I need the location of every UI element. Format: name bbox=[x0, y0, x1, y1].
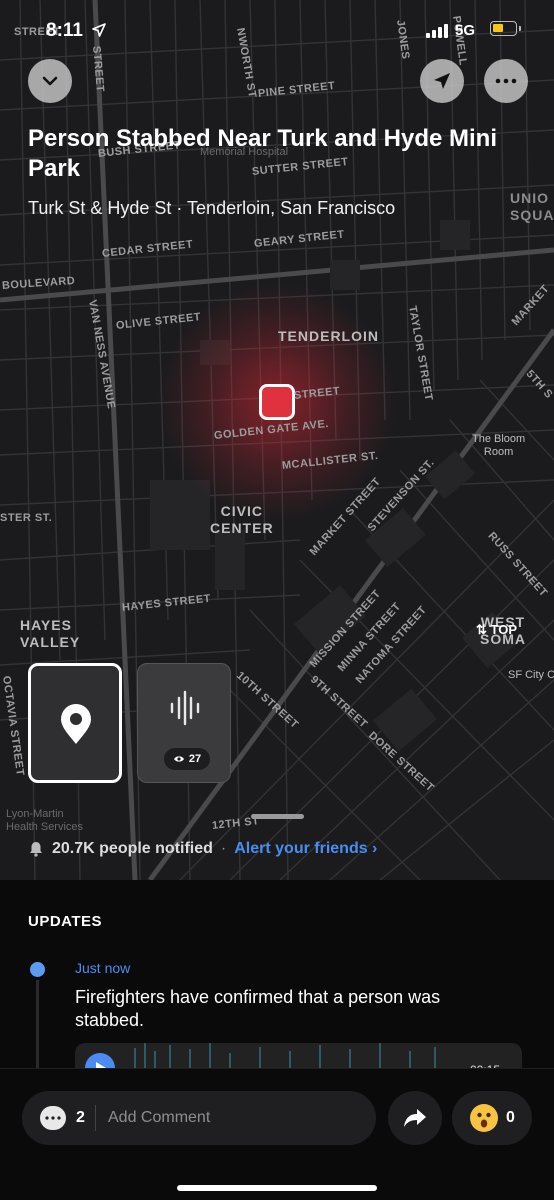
cellular-signal-icon bbox=[426, 24, 448, 38]
notified-row: 20.7K people notified · Alert your frien… bbox=[28, 840, 377, 858]
comment-placeholder[interactable]: Add Comment bbox=[108, 1109, 210, 1127]
notified-count: 20.7K people notified bbox=[52, 840, 213, 857]
view-count: 27 bbox=[188, 753, 202, 765]
timeline-line bbox=[36, 980, 39, 1075]
audio-waveform-icon bbox=[170, 690, 200, 726]
view-count-badge: 27 bbox=[164, 748, 210, 770]
area-label-civic-center: CIVIC CENTER bbox=[210, 503, 274, 536]
incident-marker[interactable] bbox=[259, 384, 295, 420]
more-dots-icon bbox=[495, 78, 517, 84]
chevron-down-icon bbox=[42, 76, 58, 86]
share-button[interactable] bbox=[388, 1091, 442, 1145]
bottom-action-bar: 2 Add Comment 0 bbox=[0, 1068, 554, 1200]
comment-divider bbox=[95, 1105, 96, 1131]
location-services-icon bbox=[92, 23, 106, 37]
comment-input[interactable]: 2 Add Comment bbox=[22, 1091, 376, 1145]
battery-icon bbox=[490, 21, 521, 36]
incident-title: Person Stabbed Near Turk and Hyde Mini P… bbox=[28, 125, 497, 182]
top-toggle-button[interactable]: ⇅ TOP bbox=[476, 622, 517, 638]
sheet-drag-handle[interactable] bbox=[251, 814, 304, 819]
notified-separator: · bbox=[220, 840, 227, 857]
navigation-arrow-icon bbox=[434, 73, 450, 89]
poi-the-bloom-room[interactable]: The Bloom Room bbox=[472, 433, 525, 459]
status-bar: 8:11 5G bbox=[0, 0, 554, 60]
location-media-tile[interactable] bbox=[28, 663, 122, 783]
comment-bubble-icon bbox=[40, 1106, 66, 1130]
update-text: Firefighters have confirmed that a perso… bbox=[75, 987, 441, 1030]
shocked-face-icon bbox=[470, 1104, 498, 1132]
network-type: 5G bbox=[455, 22, 476, 39]
updates-heading: UPDATES bbox=[28, 913, 103, 930]
home-indicator bbox=[177, 1185, 377, 1191]
reaction-button[interactable]: 0 bbox=[452, 1091, 532, 1145]
street-label-ster: STER ST. bbox=[0, 512, 53, 524]
incident-address: Turk St & Hyde St · Tenderloin, San Fran… bbox=[28, 198, 396, 218]
map-pin-icon bbox=[61, 704, 91, 744]
more-options-button[interactable] bbox=[484, 59, 528, 103]
audio-media-tile[interactable]: 27 bbox=[137, 663, 231, 783]
top-toggle-label: TOP bbox=[490, 622, 518, 637]
comment-count: 2 bbox=[76, 1109, 85, 1126]
share-arrow-icon bbox=[404, 1109, 426, 1127]
poi-lyon-martin[interactable]: Lyon-Martin Health Services bbox=[6, 808, 83, 834]
eye-icon bbox=[173, 756, 184, 762]
swap-arrows-icon: ⇅ bbox=[476, 622, 491, 637]
area-label-union-square: UNIO SQUA bbox=[510, 190, 554, 223]
navigate-button[interactable] bbox=[420, 59, 464, 103]
reaction-count: 0 bbox=[506, 1109, 515, 1126]
app-screen: STREET STREET NWORTH ST JONES POWELL PIN… bbox=[0, 0, 554, 1200]
bell-icon bbox=[30, 842, 42, 857]
status-time: 8:11 bbox=[46, 20, 83, 41]
timeline-dot bbox=[30, 962, 45, 977]
area-label-tenderloin: TENDERLOIN bbox=[278, 328, 379, 344]
alert-friends-link[interactable]: Alert your friends › bbox=[234, 840, 377, 858]
collapse-button[interactable] bbox=[28, 59, 72, 103]
area-label-hayes-valley: HAYES VALLEY bbox=[20, 617, 81, 650]
poi-sf-city[interactable]: SF City C bbox=[508, 669, 554, 682]
update-timestamp: Just now bbox=[75, 960, 131, 976]
